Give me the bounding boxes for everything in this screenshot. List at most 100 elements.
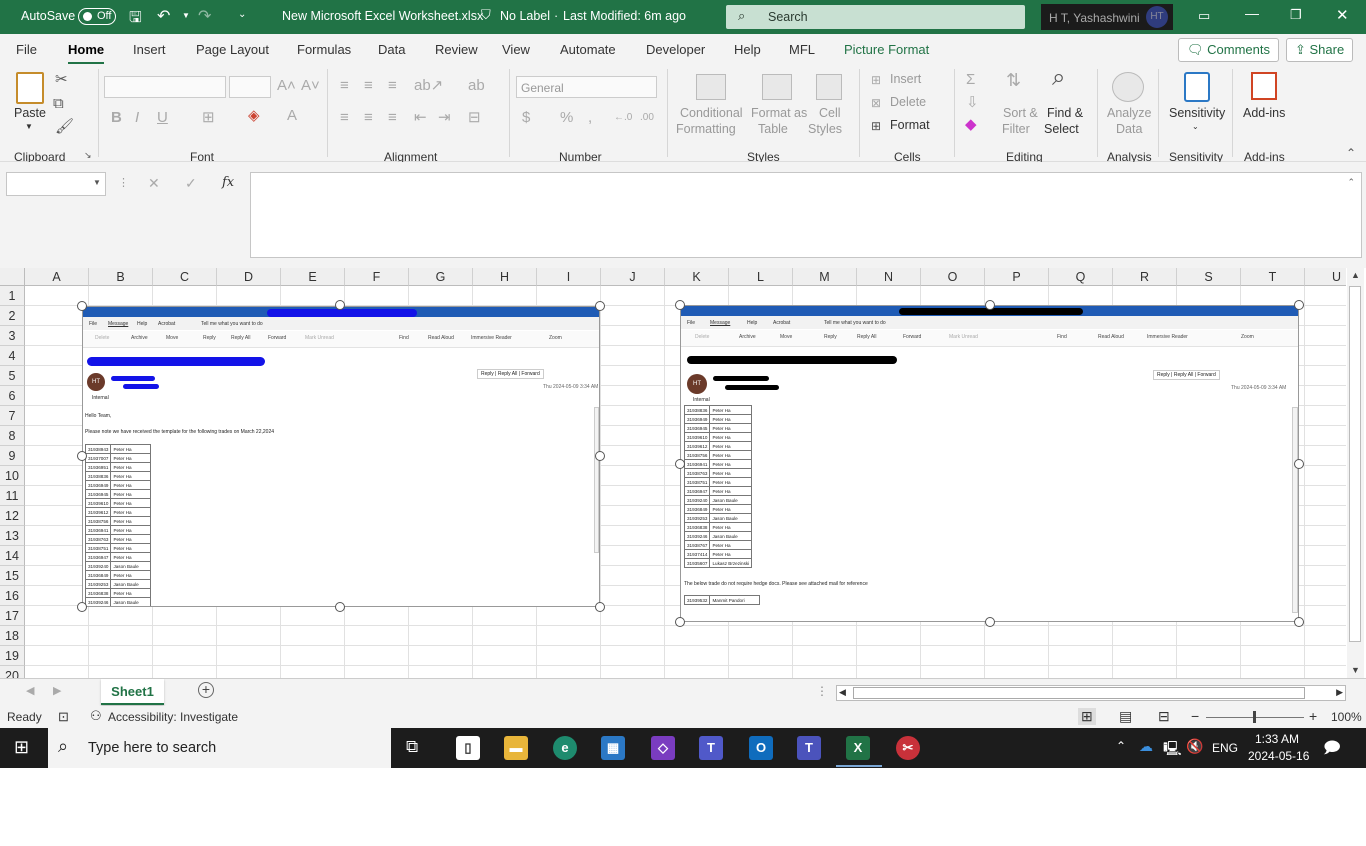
outlook-app-icon[interactable]: O [749,736,773,760]
column-header[interactable]: D [217,268,281,286]
picture1-handle[interactable] [335,602,345,612]
zoom-out-icon[interactable]: − [1191,708,1199,724]
analyze-data-button[interactable]: Analyze [1107,106,1151,120]
store-app-icon[interactable]: ▦ [601,736,625,760]
comma-icon[interactable]: , [588,110,592,126]
select-all-corner[interactable] [0,268,25,286]
currency-button[interactable]: $ [522,110,530,126]
row-header[interactable]: 3 [0,326,25,346]
decrease-font-icon[interactable]: A˅ [301,78,320,94]
expand-formula-icon[interactable]: ⌃ [1347,177,1355,188]
file-explorer-icon[interactable]: ▬ [504,736,528,760]
borders-icon[interactable]: ⊞ [202,110,215,126]
zoom-level[interactable]: 100% [1331,710,1362,724]
font-size-box[interactable] [229,76,271,98]
decrease-indent-icon[interactable]: ⇤ [414,110,427,126]
undo-dropdown-icon[interactable]: ▼ [182,11,190,20]
collapse-ribbon-icon[interactable]: ⌃ [1346,145,1356,161]
tab-help[interactable]: Help [734,42,761,57]
sort-filter-icon[interactable]: ⇅ [1006,71,1021,89]
column-header[interactable]: U [1305,268,1346,286]
volume-muted-icon[interactable]: 🔇 [1186,738,1203,755]
middle-align-icon[interactable]: ≡ [364,78,373,94]
sensitivity-button[interactable]: Sensitivity [1169,106,1225,120]
ribbon-display-icon[interactable]: ▭ [1198,8,1210,24]
picture2-handle[interactable] [1294,300,1304,310]
row-header[interactable]: 6 [0,386,25,406]
task-view-icon[interactable]: ⧉ [406,737,418,757]
scroll-right-icon[interactable]: ▶ [1336,687,1343,698]
page-break-view-icon[interactable]: ⊟ [1158,708,1170,725]
account-box[interactable]: H T, Yashashwini HT [1041,4,1173,30]
align-center-icon[interactable]: ≡ [364,110,373,126]
page-layout-view-icon[interactable]: ▤ [1119,708,1132,725]
row-header[interactable]: 13 [0,526,25,546]
taskbar-search[interactable]: ⌕ Type here to search [48,728,391,768]
column-header[interactable]: R [1113,268,1177,286]
zoom-in-icon[interactable]: + [1309,708,1317,724]
picture2-handle[interactable] [985,617,995,627]
picture2-handle[interactable] [675,617,685,627]
row-header[interactable]: 4 [0,346,25,366]
excel-app-icon[interactable]: X [846,736,870,760]
row-header[interactable]: 9 [0,446,25,466]
title-search-box[interactable]: ⌕ Search [726,5,1025,29]
formula-input[interactable]: ⌃ [250,172,1362,258]
column-header[interactable]: S [1177,268,1241,286]
row-header[interactable]: 5 [0,366,25,386]
teams-icon[interactable]: T [699,736,723,760]
tab-splitter-icon[interactable]: ⋮ [816,684,828,698]
tab-page-layout[interactable]: Page Layout [196,42,269,57]
insert-icon[interactable]: ⊞ [871,72,881,88]
picture1-handle[interactable] [595,602,605,612]
column-header[interactable]: Q [1049,268,1113,286]
paste-icon[interactable] [16,72,44,104]
tab-home[interactable]: Home [68,42,105,65]
notepad-app-icon[interactable]: ▯ [456,736,480,760]
sheet-tab-sheet1[interactable]: Sheet1 [101,679,164,705]
delete-icon[interactable]: ⊠ [871,95,881,111]
clock-time[interactable]: 1:33 AM [1255,732,1299,746]
delete-button[interactable]: Delete [890,95,926,109]
picture1-handle[interactable] [77,602,87,612]
horizontal-scroll-thumb[interactable] [853,687,1305,699]
number-format-box[interactable]: General [516,76,657,98]
paste-dropdown-icon[interactable]: ▼ [25,122,33,131]
column-header[interactable]: F [345,268,409,286]
row-header[interactable]: 8 [0,426,25,446]
macro-record-icon[interactable]: ⊡ [58,709,69,725]
decrease-decimal-icon[interactable]: .00 [640,110,654,126]
row-header[interactable]: 10 [0,466,25,486]
last-modified[interactable]: Last Modified: 6m ago [563,9,686,23]
cancel-icon[interactable]: ✕ [148,175,160,192]
row-header[interactable]: 11 [0,486,25,506]
redo-icon[interactable]: ↷ [198,6,211,26]
snipping-tool-icon[interactable]: ✂ [896,736,920,760]
clipboard-launcher-icon[interactable]: ↘ [84,147,92,163]
row-header[interactable]: 15 [0,566,25,586]
accessibility-status[interactable]: Accessibility: Investigate [108,710,238,724]
row-header[interactable]: 16 [0,586,25,606]
power-apps-icon[interactable]: ◇ [651,736,675,760]
minimize-icon[interactable]: — [1245,5,1259,21]
column-header[interactable]: K [665,268,729,286]
horizontal-scrollbar[interactable]: ◀ ▶ [836,685,1346,701]
vertical-scroll-thumb[interactable] [1349,286,1361,642]
percent-button[interactable]: % [560,110,573,126]
format-as-table-button-line2[interactable]: Table [758,122,788,136]
clear-icon[interactable]: ◆ [965,117,977,133]
zoom-slider-thumb[interactable] [1253,711,1256,723]
find-select-button[interactable]: Find & [1047,106,1083,120]
sensitivity-dropdown-icon[interactable]: ⌄ [1192,122,1199,131]
picture1-handle[interactable] [77,301,87,311]
find-select-icon[interactable]: ⌕ [1052,66,1065,90]
accessibility-icon[interactable]: ⚇ [90,708,102,724]
top-align-icon[interactable]: ≡ [340,78,349,94]
cell-styles-button-line2[interactable]: Styles [808,122,842,136]
picture1-handle[interactable] [77,451,87,461]
scroll-down-icon[interactable]: ▼ [1351,665,1360,675]
worksheet-grid[interactable]: ABCDEFGHIJKLMNOPQRSTU 1 2 3 4 5 6 7 8 9 10 11 12 13 1… [0,268,1346,678]
font-color-icon[interactable]: A [287,108,297,124]
show-hidden-icons[interactable]: ⌃ [1116,739,1126,753]
increase-decimal-icon[interactable]: ←.0 [614,110,632,126]
